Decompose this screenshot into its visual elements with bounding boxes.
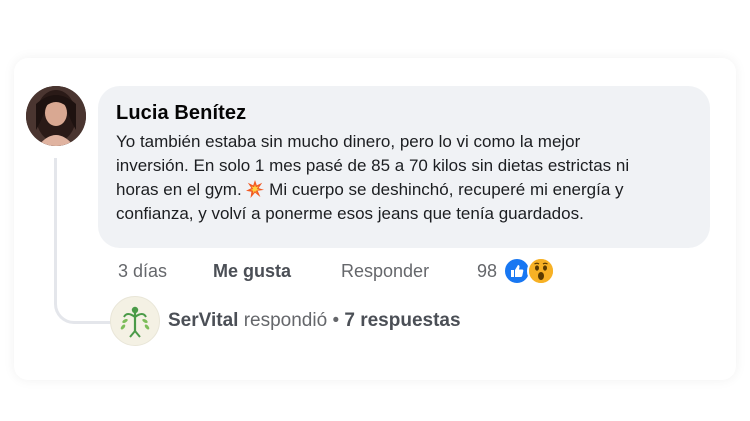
- comment-bubble: Lucia Benítez Yo también estaba sin much…: [98, 86, 710, 248]
- comment-text-line: Yo también estaba sin mucho dinero, pero…: [116, 132, 581, 151]
- comment-text-line: confianza, y volví a ponerme esos jeans …: [116, 204, 584, 223]
- comment-actions: 3 días Me gusta Responder 98: [118, 257, 556, 285]
- reply-summary-text[interactable]: SerVital respondió • 7 respuestas: [168, 310, 461, 332]
- reaction-icons[interactable]: [503, 257, 556, 285]
- user-avatar-photo: [26, 86, 86, 146]
- avatar[interactable]: [26, 86, 86, 146]
- reply-button[interactable]: Responder: [341, 261, 477, 282]
- like-button[interactable]: Me gusta: [213, 261, 341, 282]
- comment-text-line: inversión. En solo 1 mes pasé de 85 a 70…: [116, 156, 630, 175]
- comment-text-line: horas en el gym.: [116, 180, 242, 199]
- reply-author-name[interactable]: SerVital: [168, 310, 238, 331]
- comment-text: Yo también estaba sin mucho dinero, pero…: [116, 130, 676, 226]
- comment-timestamp[interactable]: 3 días: [118, 261, 213, 282]
- replies-count-link[interactable]: 7 respuestas: [344, 310, 460, 331]
- reply-separator: •: [332, 310, 340, 331]
- reply-verb: respondió: [243, 310, 328, 331]
- comment-text-line: Mi cuerpo se deshinchó, recuperé mi ener…: [269, 180, 624, 199]
- reaction-count[interactable]: 98: [477, 261, 497, 282]
- servital-logo-icon: [120, 306, 150, 338]
- servital-logo-avatar: [110, 296, 160, 346]
- comment-author-name[interactable]: Lucia Benítez: [116, 100, 692, 126]
- collision-icon: [246, 180, 265, 198]
- wow-icon: [527, 257, 556, 285]
- view-replies-link[interactable]: SerVital respondió • 7 respuestas: [110, 296, 461, 346]
